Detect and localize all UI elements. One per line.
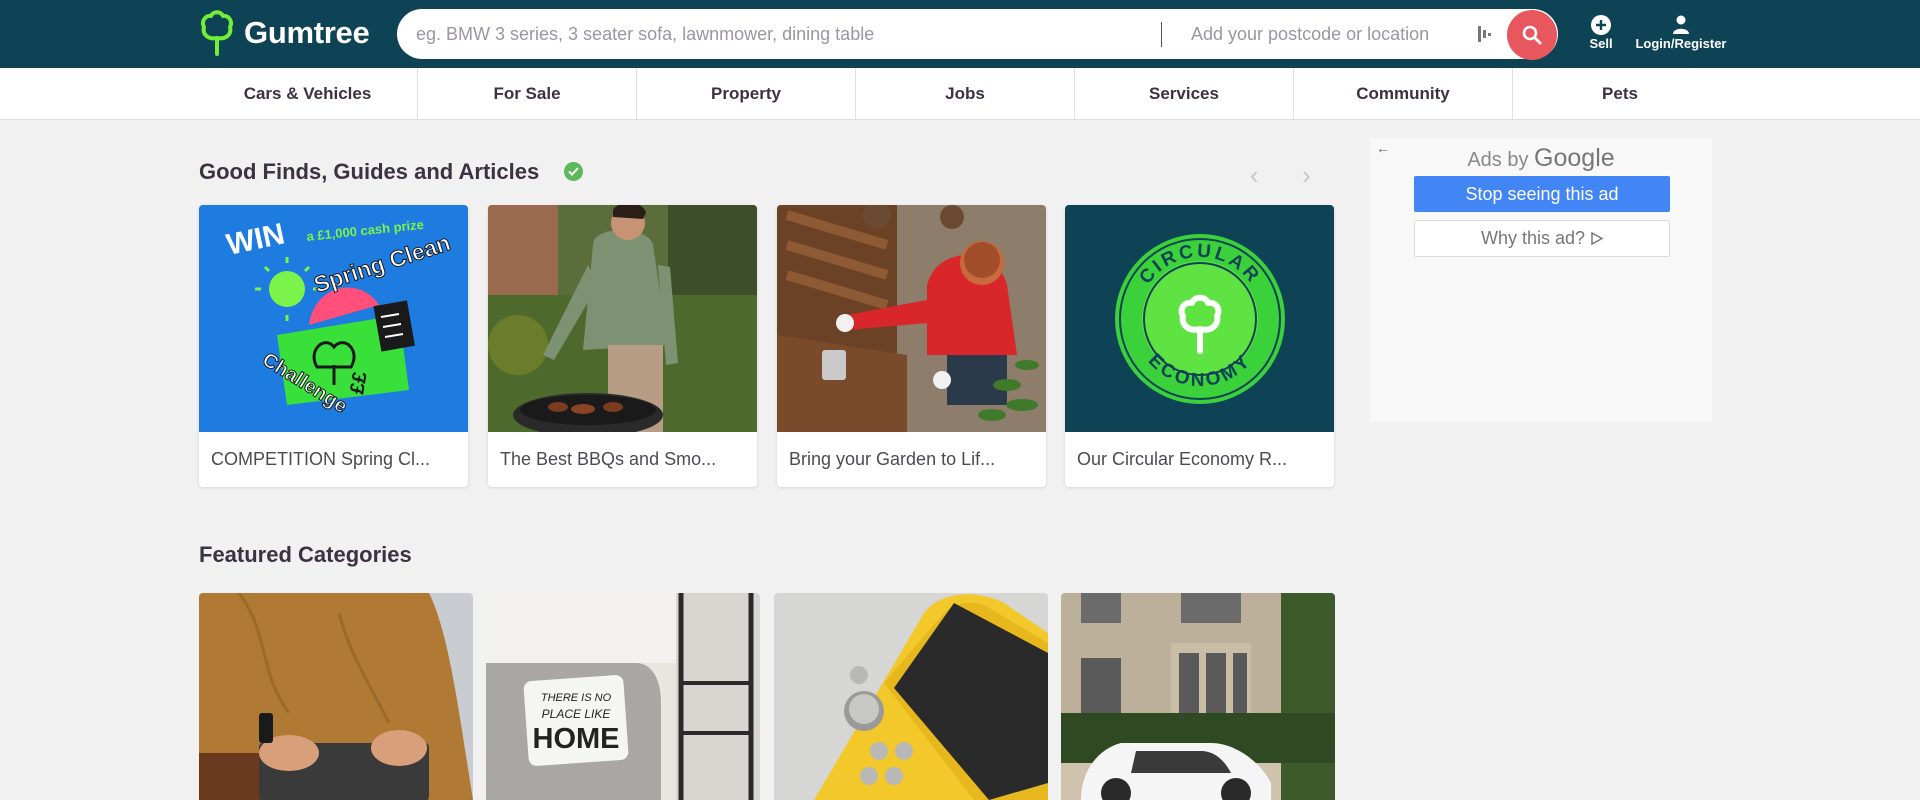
article-image-spring-clean: WIN a £1,000 cash prize Spring Clean Cha…	[199, 205, 468, 432]
nav-item-property[interactable]: Property	[637, 68, 855, 119]
article-caption: Bring your Garden to Lif...	[789, 449, 996, 469]
nav-item-services[interactable]: Services	[1075, 68, 1293, 119]
ads-by-text: Ads by	[1467, 149, 1529, 171]
card-art-there-is-no: THERE IS NO	[541, 692, 612, 704]
article-caption: The Best BBQs and Smo...	[500, 449, 717, 469]
ads-by-google-label: Ads by Google	[1370, 144, 1712, 173]
stop-seeing-ad-button[interactable]: Stop seeing this ad	[1414, 176, 1670, 212]
search-bar	[397, 9, 1558, 59]
featured-category-card[interactable]: THERE IS NO PLACE LIKE HOME	[486, 593, 760, 800]
user-icon	[1673, 15, 1689, 34]
carousel-prev-button[interactable]: ‹	[1250, 160, 1259, 191]
article-caption: Our Circular Economy R...	[1077, 449, 1288, 469]
article-card[interactable]: CIRCULAR ECONOMY Our Circular Economy R.…	[1065, 205, 1334, 487]
sell-link[interactable]: Sell	[1584, 14, 1618, 51]
login-register-label: Login/Register	[1635, 36, 1727, 51]
gumtree-logo[interactable]: Gumtree	[198, 10, 370, 56]
sell-label: Sell	[1589, 36, 1613, 51]
top-header: Gumtree Sell Login/Register	[0, 0, 1920, 68]
google-ad-panel: ← Ads by Google Stop seeing this ad Why …	[1370, 138, 1712, 422]
location-input[interactable]	[1191, 9, 1491, 59]
nav-item-cars-vehicles[interactable]: Cars & Vehicles	[198, 68, 417, 119]
carousel-next-button[interactable]: ›	[1302, 160, 1311, 191]
featured-section-title: Featured Categories	[199, 542, 412, 567]
why-this-ad-button[interactable]: Why this ad?	[1414, 220, 1670, 257]
card-art-pounds: ££	[346, 370, 372, 396]
article-card[interactable]: WIN a £1,000 cash prize Spring Clean Cha…	[199, 205, 468, 487]
article-card[interactable]: The Best BBQs and Smo...	[488, 205, 757, 487]
article-card[interactable]: Bring your Garden to Lif...	[777, 205, 1046, 487]
search-divider	[1161, 22, 1162, 47]
search-input[interactable]	[416, 9, 1146, 59]
featured-image-console	[774, 593, 1048, 800]
article-caption: COMPETITION Spring Cl...	[211, 449, 431, 469]
nav-item-pets[interactable]: Pets	[1513, 68, 1727, 119]
location-target-icon[interactable]	[1477, 24, 1493, 49]
logo-text: Gumtree	[244, 15, 370, 50]
card-art-win: WIN	[224, 217, 288, 261]
articles-section-title: Good Finds, Guides and Articles	[199, 159, 540, 184]
search-button[interactable]	[1507, 10, 1557, 60]
tree-logo-icon	[200, 10, 234, 56]
nav-item-community[interactable]: Community	[1294, 68, 1512, 119]
play-outline-icon	[1591, 232, 1604, 245]
plus-circle-icon	[1591, 15, 1611, 35]
featured-category-card[interactable]	[1061, 593, 1335, 800]
why-this-ad-label: Why this ad?	[1480, 228, 1586, 248]
featured-category-card[interactable]	[199, 593, 473, 800]
category-nav: Cars & Vehicles For Sale Property Jobs S…	[0, 68, 1920, 120]
article-image-bbq	[488, 205, 757, 432]
card-art-home: HOME	[533, 723, 620, 755]
article-image-circular-economy: CIRCULAR ECONOMY	[1065, 205, 1334, 432]
featured-image-home: THERE IS NO PLACE LIKE HOME	[486, 593, 760, 800]
featured-category-card[interactable]	[774, 593, 1048, 800]
card-art-place-like: PLACE LIKE	[542, 707, 612, 721]
article-image-garden	[777, 205, 1046, 432]
google-text: Google	[1534, 144, 1615, 172]
search-icon	[1522, 25, 1542, 45]
nav-item-jobs[interactable]: Jobs	[856, 68, 1074, 119]
nav-item-for-sale[interactable]: For Sale	[418, 68, 636, 119]
login-register-link[interactable]: Login/Register	[1628, 14, 1734, 51]
verified-check-icon	[564, 162, 583, 181]
card-art-prize: a £1,000 cash prize	[306, 217, 425, 244]
featured-image-car-house	[1061, 593, 1335, 800]
featured-image-laptop	[199, 593, 473, 800]
